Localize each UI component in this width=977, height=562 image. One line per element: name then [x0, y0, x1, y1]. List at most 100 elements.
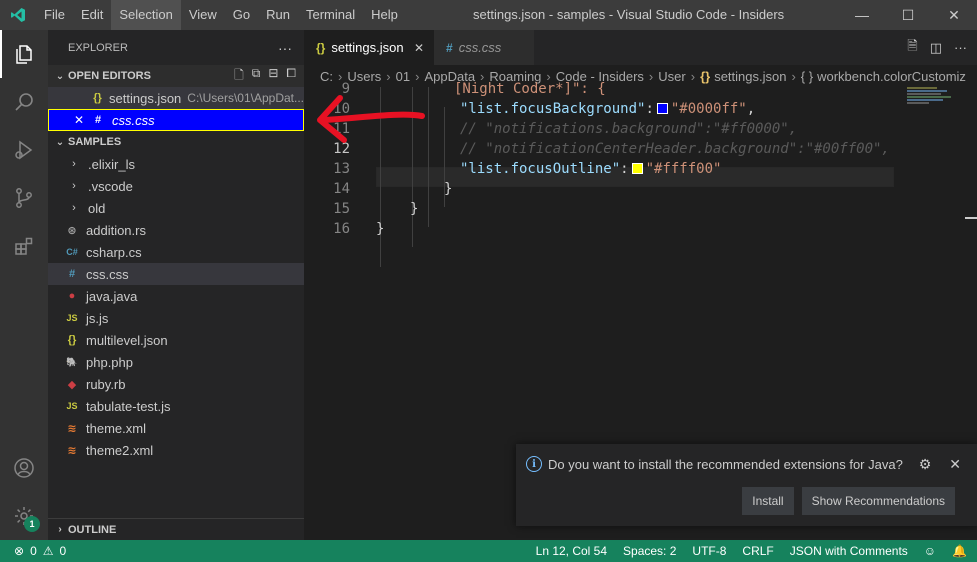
chevron-down-icon: ⌄: [55, 70, 65, 82]
feedback-icon[interactable]: ☺: [924, 544, 936, 558]
tab-css-css[interactable]: # css.css: [434, 30, 534, 65]
code-line-10: "list.focusBackground": "#0000ff",: [460, 99, 755, 119]
minimap[interactable]: [907, 87, 967, 127]
open-editor-settings-json[interactable]: {} settings.json C:\Users\01\AppDat...: [48, 87, 304, 109]
error-icon: ⊗: [14, 544, 25, 558]
warning-icon: ⚠: [42, 544, 54, 558]
code-line-16: }: [376, 221, 385, 237]
close-window-button[interactable]: ✕: [931, 0, 977, 30]
more-actions-button[interactable]: ···: [278, 40, 292, 56]
file-item[interactable]: ● java.java: [48, 285, 304, 307]
indentation[interactable]: Spaces: 2: [623, 544, 676, 558]
problems-indicator[interactable]: ⊗ 0 ⚠ 0: [0, 544, 66, 558]
css-file-icon: #: [446, 40, 453, 55]
manage-badge: 1: [24, 516, 40, 532]
explorer-button[interactable]: [0, 30, 48, 78]
notification-settings-gear-icon[interactable]: ⚙: [919, 456, 932, 473]
color-swatch-blue[interactable]: [656, 102, 668, 114]
open-editors-header[interactable]: ⌄ OPEN EDITORS 🗋 ⧉ ⊟ ⧠: [48, 65, 304, 87]
colon: :: [645, 101, 654, 117]
end-of-line[interactable]: CRLF: [742, 544, 773, 558]
save-all-icon[interactable]: ⊟: [268, 66, 278, 87]
file-item[interactable]: JS tabulate-test.js: [48, 395, 304, 417]
encoding[interactable]: UTF-8: [692, 544, 726, 558]
file-type-icon: C#: [66, 247, 78, 257]
sidebar-title: EXPLORER: [68, 41, 128, 54]
menu-terminal[interactable]: Terminal: [298, 0, 363, 30]
json-value: "#ffff00": [645, 161, 722, 177]
color-swatch-yellow[interactable]: [631, 162, 643, 174]
breadcrumb-item[interactable]: settings.json: [714, 69, 786, 84]
notifications-bell-icon[interactable]: 🔔: [952, 544, 967, 558]
breadcrumb-item[interactable]: 01: [396, 69, 410, 84]
file-item[interactable]: ≋ theme2.xml: [48, 439, 304, 461]
file-item[interactable]: 🐘 php.php: [48, 351, 304, 373]
menu-file[interactable]: File: [36, 0, 73, 30]
new-untitled-file-icon[interactable]: 🗋: [234, 66, 244, 87]
file-item[interactable]: C# csharp.cs: [48, 241, 304, 263]
minimize-button[interactable]: —: [839, 0, 885, 30]
notification-close-icon[interactable]: ✕: [949, 456, 961, 473]
accounts-button[interactable]: [0, 444, 48, 492]
outline-header[interactable]: › OUTLINE: [48, 518, 304, 540]
json-file-icon: {}: [316, 40, 326, 55]
overview-ruler-cursor: [965, 217, 977, 219]
warning-count: 0: [59, 544, 67, 558]
menu-run[interactable]: Run: [258, 0, 298, 30]
menu-edit[interactable]: Edit: [73, 0, 111, 30]
open-settings-json-icon[interactable]: 🗎: [907, 37, 917, 59]
search-button[interactable]: [0, 78, 48, 126]
folder-old[interactable]: › old: [48, 197, 304, 219]
notification-toast: i Do you want to install the recommended…: [516, 444, 977, 526]
breadcrumb-item[interactable]: Users: [347, 69, 381, 84]
menu-selection[interactable]: Selection: [111, 0, 181, 30]
title-bar: File Edit Selection View Go Run Terminal…: [0, 0, 977, 30]
file-label: js.js: [86, 310, 109, 326]
run-debug-button[interactable]: [0, 126, 48, 174]
close-tab-icon[interactable]: ✕: [414, 41, 424, 55]
chevron-right-icon: ›: [58, 524, 62, 535]
file-item[interactable]: ⊛ addition.rs: [48, 219, 304, 241]
chevron-right-icon: ›: [72, 180, 76, 192]
toggle-vertical-layout-icon[interactable]: ⧉: [252, 66, 261, 87]
close-editor-icon[interactable]: ✕: [74, 113, 90, 127]
manage-button[interactable]: 1: [0, 492, 48, 540]
chevron-right-icon: ›: [72, 202, 76, 214]
file-type-icon: ≋: [67, 422, 77, 435]
install-button[interactable]: Install: [742, 487, 794, 515]
open-editor-css-css[interactable]: ✕ # css.css: [48, 109, 304, 131]
breadcrumb-item[interactable]: User: [658, 69, 685, 84]
json-key: "list.focusOutline": [460, 161, 621, 177]
file-type-icon: ⊛: [67, 224, 77, 237]
samples-header[interactable]: ⌄ SAMPLES: [48, 131, 304, 153]
more-actions-icon[interactable]: ···: [954, 40, 967, 55]
folder-vscode[interactable]: › .vscode: [48, 175, 304, 197]
language-mode[interactable]: JSON with Comments: [790, 544, 908, 558]
maximize-button[interactable]: ☐: [885, 0, 931, 30]
breadcrumb-item[interactable]: workbench.colorCustomiz: [817, 69, 966, 84]
menu-help[interactable]: Help: [363, 0, 406, 30]
tab-settings-json[interactable]: {} settings.json ✕: [304, 30, 434, 65]
file-item[interactable]: ≋ theme.xml: [48, 417, 304, 439]
show-recommendations-button[interactable]: Show Recommendations: [801, 487, 955, 515]
comma: ,: [746, 101, 756, 117]
close-all-editors-icon[interactable]: ⧠: [286, 66, 296, 87]
object-symbol-icon: { }: [800, 68, 814, 84]
code-line-15: }: [410, 201, 419, 217]
code-line-13: "list.focusOutline": "#ffff00": [460, 159, 721, 179]
source-control-button[interactable]: [0, 174, 48, 222]
folder-elixir-ls[interactable]: › .elixir_ls: [48, 153, 304, 175]
activity-bar: 1: [0, 30, 48, 540]
file-item[interactable]: # css.css: [48, 263, 304, 285]
file-item[interactable]: JS js.js: [48, 307, 304, 329]
split-editor-icon[interactable]: ◫: [930, 40, 942, 56]
extensions-button[interactable]: [0, 222, 48, 270]
json-file-icon: {}: [700, 68, 711, 84]
file-item[interactable]: ◆ ruby.rb: [48, 373, 304, 395]
chevron-right-icon: ›: [72, 158, 76, 170]
explorer-sidebar: EXPLORER ··· ⌄ OPEN EDITORS 🗋 ⧉ ⊟ ⧠ {} s…: [48, 30, 304, 540]
menu-go[interactable]: Go: [225, 0, 258, 30]
menu-view[interactable]: View: [181, 0, 225, 30]
cursor-position[interactable]: Ln 12, Col 54: [536, 544, 607, 558]
file-item[interactable]: {} multilevel.json: [48, 329, 304, 351]
